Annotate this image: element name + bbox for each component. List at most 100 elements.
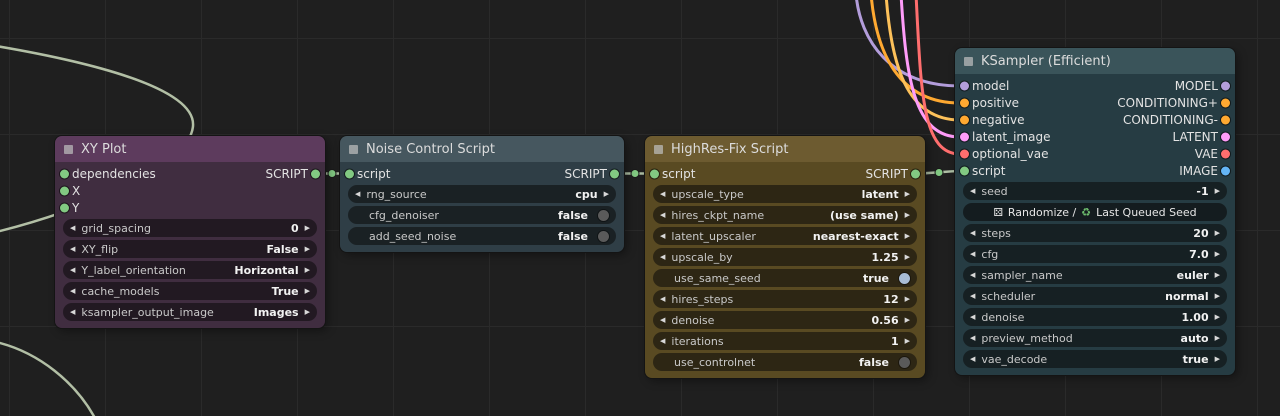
widget-latent-upscaler[interactable]: ◀ latent_upscaler nearest-exact ▶ xyxy=(653,227,917,245)
node-highres-fix-script[interactable]: HighRes-Fix Script script SCRIPT ◀ upsca… xyxy=(645,136,925,378)
input-slot-script[interactable] xyxy=(960,166,969,175)
widget-iterations[interactable]: ◀ iterations 1 ▶ xyxy=(653,332,917,350)
increment-arrow[interactable]: ▶ xyxy=(1215,229,1220,237)
input-slot-positive[interactable] xyxy=(960,98,969,107)
input-slot-y[interactable] xyxy=(60,203,69,212)
node-header[interactable]: HighRes-Fix Script xyxy=(645,136,925,162)
collapse-icon[interactable] xyxy=(64,144,73,154)
link-dot[interactable] xyxy=(630,169,640,178)
link-dot[interactable] xyxy=(934,168,944,177)
node-header[interactable]: KSampler (Efficient) xyxy=(955,48,1235,74)
decrement-arrow[interactable]: ◀ xyxy=(70,245,75,253)
node-xy-plot[interactable]: XY Plot dependencies SCRIPT X Y ◀ grid_s… xyxy=(55,136,325,328)
input-slot-latent-image[interactable] xyxy=(960,132,969,141)
input-slot-optional-vae[interactable] xyxy=(960,149,969,158)
increment-arrow[interactable]: ▶ xyxy=(905,337,910,345)
increment-arrow[interactable]: ▶ xyxy=(1215,334,1220,342)
widget-cfg[interactable]: ◀ cfg 7.0 ▶ xyxy=(963,245,1227,263)
output-slot-conditioning-minus[interactable] xyxy=(1221,115,1230,124)
increment-arrow[interactable]: ▶ xyxy=(905,253,910,261)
input-slot-negative[interactable] xyxy=(960,115,969,124)
toggle-knob[interactable] xyxy=(899,272,910,284)
decrement-arrow[interactable]: ◀ xyxy=(660,337,665,345)
widget-use-controlnet[interactable]: use_controlnet false xyxy=(653,353,917,371)
link-dot[interactable] xyxy=(327,169,337,178)
collapse-icon[interactable] xyxy=(654,144,663,154)
collapse-icon[interactable] xyxy=(349,144,358,154)
increment-arrow[interactable]: ▶ xyxy=(1215,187,1220,195)
decrement-arrow[interactable]: ◀ xyxy=(355,190,360,198)
input-slot-script[interactable] xyxy=(650,169,659,178)
widget-cache-models[interactable]: ◀ cache_models True ▶ xyxy=(63,282,317,300)
input-slot-script[interactable] xyxy=(345,169,354,178)
node-graph-canvas[interactable]: XY Plot dependencies SCRIPT X Y ◀ grid_s… xyxy=(0,0,1280,416)
input-slot-model[interactable] xyxy=(960,81,969,90)
widget-vae-decode[interactable]: ◀ vae_decode true ▶ xyxy=(963,350,1227,368)
decrement-arrow[interactable]: ◀ xyxy=(660,316,665,324)
widget-seed[interactable]: ◀ seed -1 ▶ xyxy=(963,182,1227,200)
decrement-arrow[interactable]: ◀ xyxy=(660,190,665,198)
toggle-knob[interactable] xyxy=(598,230,609,242)
increment-arrow[interactable]: ▶ xyxy=(1215,250,1220,258)
widget-preview-method[interactable]: ◀ preview_method auto ▶ xyxy=(963,329,1227,347)
decrement-arrow[interactable]: ◀ xyxy=(70,308,75,316)
input-slot-x[interactable] xyxy=(60,186,69,195)
decrement-arrow[interactable]: ◀ xyxy=(970,271,975,279)
widget-cfg-denoiser[interactable]: cfg_denoiser false xyxy=(348,206,616,224)
decrement-arrow[interactable]: ◀ xyxy=(70,224,75,232)
widget-hr-denoise[interactable]: ◀ denoise 0.56 ▶ xyxy=(653,311,917,329)
decrement-arrow[interactable]: ◀ xyxy=(660,253,665,261)
increment-arrow[interactable]: ▶ xyxy=(305,287,310,295)
widget-upscale-type[interactable]: ◀ upscale_type latent ▶ xyxy=(653,185,917,203)
increment-arrow[interactable]: ▶ xyxy=(1215,355,1220,363)
increment-arrow[interactable]: ▶ xyxy=(1215,313,1220,321)
node-ksampler-efficient[interactable]: KSampler (Efficient) model MODEL positiv… xyxy=(955,48,1235,375)
decrement-arrow[interactable]: ◀ xyxy=(970,187,975,195)
widget-y-label-orientation[interactable]: ◀ Y_label_orientation Horizontal ▶ xyxy=(63,261,317,279)
widget-hires-ckpt-name[interactable]: ◀ hires_ckpt_name (use same) ▶ xyxy=(653,206,917,224)
output-slot-script[interactable] xyxy=(610,169,619,178)
toggle-knob[interactable] xyxy=(598,209,609,221)
decrement-arrow[interactable]: ◀ xyxy=(970,355,975,363)
output-slot-script[interactable] xyxy=(911,169,920,178)
decrement-arrow[interactable]: ◀ xyxy=(970,250,975,258)
increment-arrow[interactable]: ▶ xyxy=(905,316,910,324)
node-header[interactable]: Noise Control Script xyxy=(340,136,624,162)
increment-arrow[interactable]: ▶ xyxy=(305,308,310,316)
increment-arrow[interactable]: ▶ xyxy=(1215,292,1220,300)
widget-use-same-seed[interactable]: use_same_seed true xyxy=(653,269,917,287)
decrement-arrow[interactable]: ◀ xyxy=(660,211,665,219)
output-slot-model[interactable] xyxy=(1221,81,1230,90)
increment-arrow[interactable]: ▶ xyxy=(905,190,910,198)
input-slot-dependencies[interactable] xyxy=(60,169,69,178)
collapse-icon[interactable] xyxy=(964,56,973,66)
output-slot-script[interactable] xyxy=(311,169,320,178)
increment-arrow[interactable]: ▶ xyxy=(305,266,310,274)
decrement-arrow[interactable]: ◀ xyxy=(70,266,75,274)
decrement-arrow[interactable]: ◀ xyxy=(660,295,665,303)
increment-arrow[interactable]: ▶ xyxy=(305,245,310,253)
widget-steps[interactable]: ◀ steps 20 ▶ xyxy=(963,224,1227,242)
decrement-arrow[interactable]: ◀ xyxy=(970,313,975,321)
increment-arrow[interactable]: ▶ xyxy=(905,211,910,219)
output-slot-conditioning-plus[interactable] xyxy=(1221,98,1230,107)
node-header[interactable]: XY Plot xyxy=(55,136,325,162)
output-slot-image[interactable] xyxy=(1221,166,1230,175)
widget-xy-flip[interactable]: ◀ XY_flip False ▶ xyxy=(63,240,317,258)
increment-arrow[interactable]: ▶ xyxy=(1215,271,1220,279)
node-noise-control-script[interactable]: Noise Control Script script SCRIPT ◀ rng… xyxy=(340,136,624,252)
widget-scheduler[interactable]: ◀ scheduler normal ▶ xyxy=(963,287,1227,305)
widget-hires-steps[interactable]: ◀ hires_steps 12 ▶ xyxy=(653,290,917,308)
increment-arrow[interactable]: ▶ xyxy=(305,224,310,232)
increment-arrow[interactable]: ▶ xyxy=(905,295,910,303)
widget-ksampler-output-image[interactable]: ◀ ksampler_output_image Images ▶ xyxy=(63,303,317,321)
widget-rng-source[interactable]: ◀ rng_source cpu ▶ xyxy=(348,185,616,203)
widget-upscale-by[interactable]: ◀ upscale_by 1.25 ▶ xyxy=(653,248,917,266)
widget-add-seed-noise[interactable]: add_seed_noise false xyxy=(348,227,616,245)
decrement-arrow[interactable]: ◀ xyxy=(70,287,75,295)
output-slot-latent[interactable] xyxy=(1221,132,1230,141)
seed-control-button[interactable]: ⚄ Randomize / ♻ Last Queued Seed xyxy=(963,203,1227,221)
toggle-knob[interactable] xyxy=(899,356,910,368)
increment-arrow[interactable]: ▶ xyxy=(604,190,609,198)
widget-ks-denoise[interactable]: ◀ denoise 1.00 ▶ xyxy=(963,308,1227,326)
